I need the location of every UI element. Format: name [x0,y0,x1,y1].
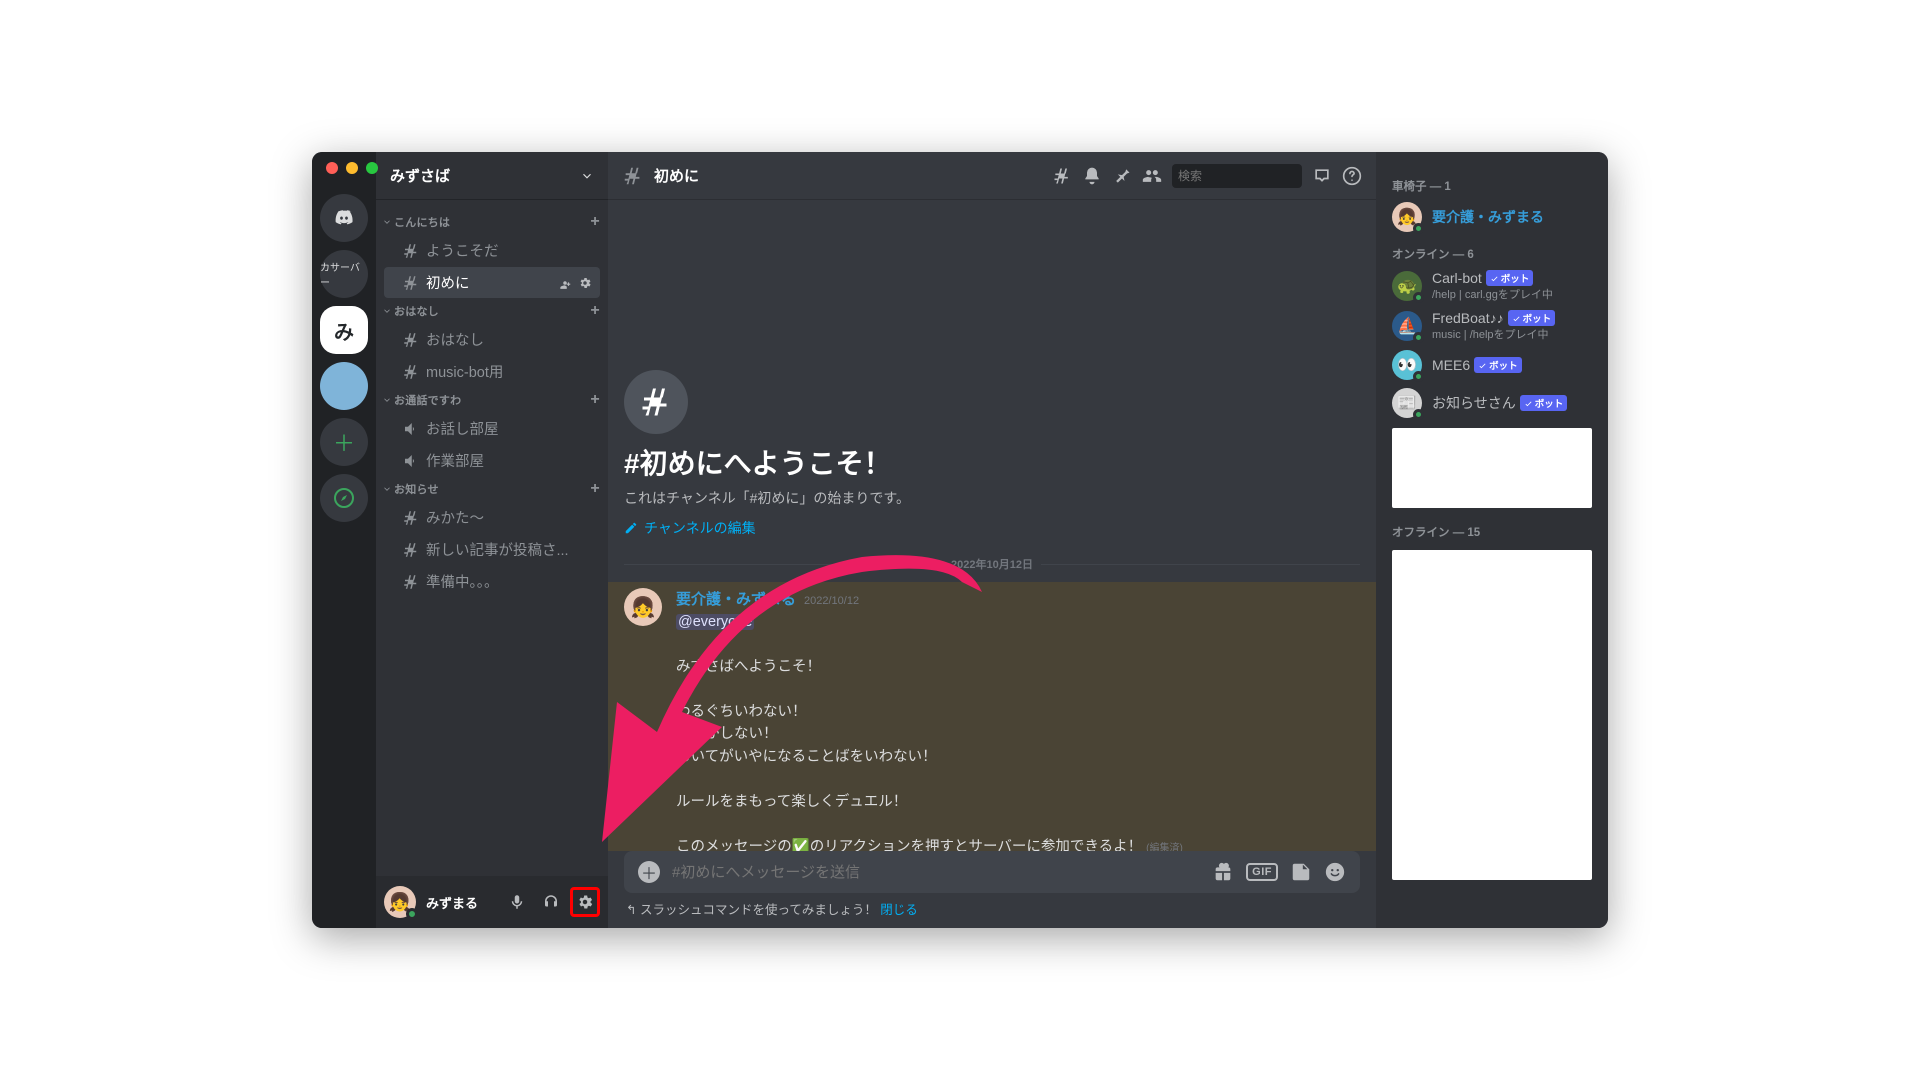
mute-mic-button[interactable] [502,887,532,917]
channel-item[interactable]: 新しい記事が投稿さ... [384,534,600,565]
hash-icon [622,165,644,187]
slash-command-hint: ↰ スラッシュコマンドを使ってみましょう！ 閉じる [624,893,1360,918]
member-list: 車椅子 — 1 👧 要介護・みずまる オンライン — 6 🐢 Carl-bot … [1376,152,1608,928]
emoji-button[interactable] [1324,861,1346,883]
search-input[interactable] [1178,169,1333,183]
gear-icon [576,893,594,911]
maximize-window-icon[interactable] [366,162,378,174]
gif-button[interactable]: GIF [1246,863,1278,881]
channel-category[interactable]: こんにちは+ [376,210,608,234]
chat-main: 初めに #初めにへようこそ！ これはチャンネル「#初めに」の始まりです。 チャン… [608,152,1376,928]
channel-item[interactable]: 準備中。。。 [384,566,600,597]
pinned-button[interactable] [1112,166,1132,186]
server-name: みずさば [390,165,450,186]
window-traffic-lights[interactable] [326,162,378,174]
edit-channel-link[interactable]: チャンネルの編集 [624,518,756,538]
server-rail: カサーバー み ＋ [312,152,376,928]
add-channel-button[interactable]: + [590,392,600,408]
deafen-button[interactable] [536,887,566,917]
help-button[interactable] [1342,166,1362,186]
user-panel: 👧 みずまる [376,876,608,928]
explore-servers-button[interactable] [320,474,368,522]
self-username[interactable]: みずまる [420,893,498,912]
slash-hint-close[interactable]: 閉じる [880,903,918,917]
member-list-toggle[interactable] [1142,166,1162,186]
inbox-button[interactable] [1312,166,1332,186]
user-settings-button[interactable] [570,887,600,917]
server-item[interactable] [320,362,368,410]
add-channel-button[interactable]: + [590,481,600,497]
add-server-button[interactable]: ＋ [320,418,368,466]
minimize-window-icon[interactable] [346,162,358,174]
channel-welcome-icon [624,370,688,434]
notifications-button[interactable] [1082,166,1102,186]
welcome-subtitle: これはチャンネル「#初めに」の始まりです。 [624,488,1360,508]
channel-category[interactable]: おはなし+ [376,299,608,323]
search-box[interactable] [1172,164,1302,188]
date-divider: 2022年10月12日 [624,556,1360,572]
role-heading: オフライン — 15 [1384,514,1600,544]
status-online-icon [406,908,418,920]
member-item[interactable]: 📰 お知らせさん ボット [1384,384,1600,422]
role-heading: 車椅子 — 1 [1384,168,1600,198]
channel-title: 初めに [654,165,699,186]
pencil-icon [624,521,638,535]
message-content: @everyone みずさばへようこそ！ わるぐちいわない！ けんかしない！ あ… [676,611,1360,851]
gift-button[interactable] [1212,861,1234,883]
member-item[interactable]: 👧 要介護・みずまる [1384,198,1600,236]
channel-item[interactable]: 初めに [384,267,600,298]
threads-button[interactable] [1052,166,1072,186]
chevron-down-icon [580,169,594,183]
chat-header: 初めに [608,152,1376,200]
mention-everyone: @everyone [676,614,754,630]
channel-item[interactable]: みかた～ [384,502,600,533]
server-item-active[interactable]: み [320,306,368,354]
role-heading: オンライン — 6 [1384,236,1600,266]
server-item[interactable]: カサーバー [320,250,368,298]
member-item[interactable]: 👀 MEE6 ボット [1384,346,1600,384]
channel-list: こんにちは+ようこそだ初めにおはなし+おはなしmusic-bot用お通話ですわ+… [376,200,608,876]
channel-category[interactable]: お通話ですわ+ [376,388,608,412]
channel-category[interactable]: お知らせ+ [376,477,608,501]
add-channel-button[interactable]: + [590,214,600,230]
channel-item[interactable]: お話し部屋 [384,413,600,444]
message-avatar[interactable]: 👧 [624,588,662,626]
member-item[interactable]: ⛵ FredBoat♪♪ ボットmusic | /helpをプレイ中 [1384,306,1600,346]
self-avatar[interactable]: 👧 [384,886,416,918]
message-timestamp: 2022/10/12 [804,595,859,607]
member-placeholder [1392,550,1592,880]
close-window-icon[interactable] [326,162,338,174]
message-author[interactable]: 要介護・みずまる [676,588,796,609]
welcome-title: #初めにへようこそ！ [624,442,1360,482]
member-item[interactable]: 🐢 Carl-bot ボット/help | carl.ggをプレイ中 [1384,266,1600,306]
attach-button[interactable]: ＋ [638,861,660,883]
message-input[interactable] [672,864,1200,881]
message-composer: ＋ GIF ↰ スラッシュコマンドを使ってみましょう！ 閉じる [608,851,1376,928]
server-header[interactable]: みずさば [376,152,608,200]
chat-scroll[interactable]: #初めにへようこそ！ これはチャンネル「#初めに」の始まりです。 チャンネルの編… [608,200,1376,851]
channel-item[interactable]: 作業部屋 [384,445,600,476]
message-item: 👧 要介護・みずまる 2022/10/12 @everyone みずさばへようこ… [608,582,1376,851]
channel-sidebar: みずさば こんにちは+ようこそだ初めにおはなし+おはなしmusic-bot用お通… [376,152,608,928]
home-button[interactable] [320,194,368,242]
channel-item[interactable]: おはなし [384,324,600,355]
edited-badge: (編集済) [1146,843,1183,851]
add-channel-button[interactable]: + [590,303,600,319]
member-placeholder [1392,428,1592,508]
channel-item[interactable]: ようこそだ [384,235,600,266]
channel-item[interactable]: music-bot用 [384,356,600,387]
sticker-button[interactable] [1290,861,1312,883]
